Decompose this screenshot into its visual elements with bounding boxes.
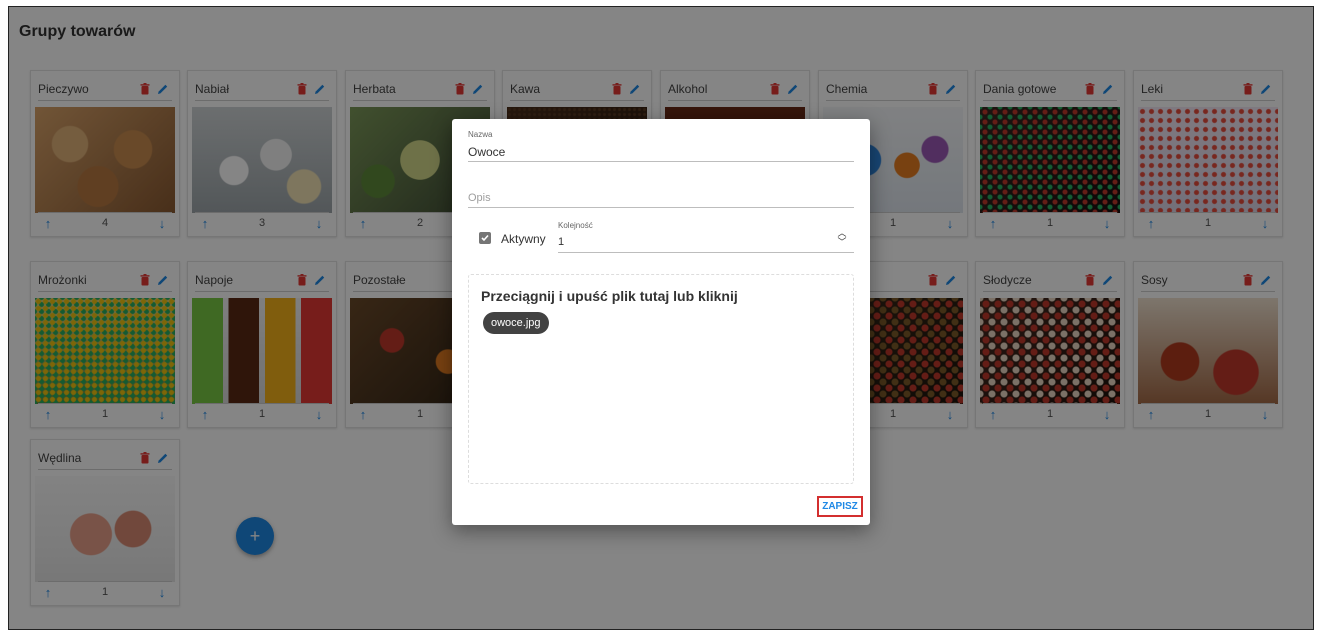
save-button[interactable]: ZAPISZ <box>817 496 863 517</box>
description-field[interactable]: Opis <box>468 192 491 204</box>
active-checkbox[interactable] <box>479 232 491 244</box>
group-edit-dialog: Nazwa Owoce Opis Aktywny Kolejność 1 ︿ ﹀… <box>452 119 870 525</box>
chevron-down-icon[interactable]: ﹀ <box>837 238 846 247</box>
order-spinner[interactable]: ︿ ﹀ <box>837 229 847 247</box>
order-field[interactable]: 1 <box>558 236 564 248</box>
check-icon <box>481 234 489 242</box>
description-field-underline <box>468 207 854 208</box>
active-checkbox-label: Aktywny <box>501 232 546 246</box>
dropzone-text: Przeciągnij i upuść plik tutaj lub klikn… <box>481 288 738 304</box>
name-field[interactable]: Owoce <box>468 145 505 159</box>
name-field-label: Nazwa <box>468 130 493 139</box>
order-field-label: Kolejność <box>558 221 593 230</box>
file-dropzone[interactable]: Przeciągnij i upuść plik tutaj lub klikn… <box>468 274 854 484</box>
name-field-underline <box>468 161 854 162</box>
order-field-underline <box>558 252 854 253</box>
file-chip[interactable]: owoce.jpg <box>483 312 549 334</box>
